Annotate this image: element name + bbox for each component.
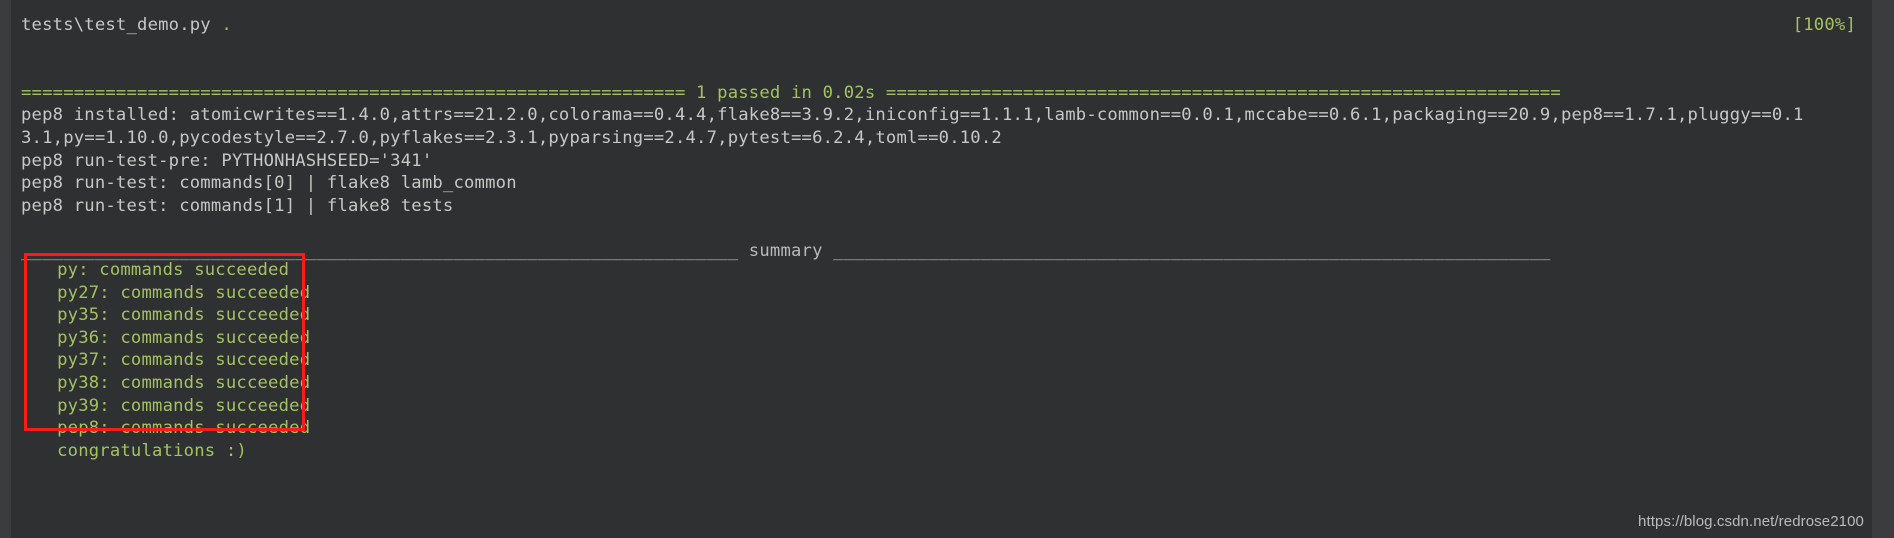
tox-installed-line-part2: 3.1,py==1.10.0,pycodestyle==2.7.0,pyflak…	[21, 127, 1002, 148]
summary-result-py39: py39: commands succeeded	[36, 395, 311, 416]
summary-result-py27: py27: commands succeeded	[36, 282, 311, 303]
summary-result-pep8: pep8: commands succeeded	[36, 418, 311, 439]
summary-result-py: py: commands succeeded	[36, 260, 290, 280]
left-gutter	[0, 0, 11, 538]
summary-result-py38: py38: commands succeeded	[36, 372, 311, 393]
tox-run-test-commands0-line: pep8 run-test: commands[0] | flake8 lamb…	[21, 173, 517, 194]
tox-run-test-pre-line: pep8 run-test-pre: PYTHONHASHSEED='341'	[21, 150, 433, 171]
tox-run-test-commands1-line: pep8 run-test: commands[1] | flake8 test…	[21, 195, 454, 216]
pytest-test-file-path: tests\test_demo.py	[21, 15, 222, 35]
right-gutter	[1872, 0, 1894, 538]
summary-congratulations: congratulations :)	[36, 440, 247, 461]
terminal-window: tests\test_demo.py . [100%] ============…	[0, 0, 1894, 538]
tox-installed-line-part1: pep8 installed: atomicwrites==1.4.0,attr…	[21, 105, 1804, 126]
pytest-pass-dot: .	[221, 15, 232, 35]
summary-result-py37: py37: commands succeeded	[36, 350, 311, 371]
blog-watermark: https://blog.csdn.net/redrose2100	[1638, 513, 1864, 530]
pytest-test-file-row: tests\test_demo.py . [100%]	[21, 14, 1872, 37]
pytest-summary-separator: ========================================…	[21, 82, 1561, 103]
pytest-progress-indicator: [100%]	[1792, 15, 1856, 35]
pytest-test-file-group: tests\test_demo.py .	[21, 14, 232, 37]
summary-result-py35: py35: commands succeeded	[36, 305, 311, 326]
tox-summary-results: py: commands succeeded py27: commands su…	[36, 259, 310, 462]
summary-result-py36: py36: commands succeeded	[36, 327, 311, 348]
